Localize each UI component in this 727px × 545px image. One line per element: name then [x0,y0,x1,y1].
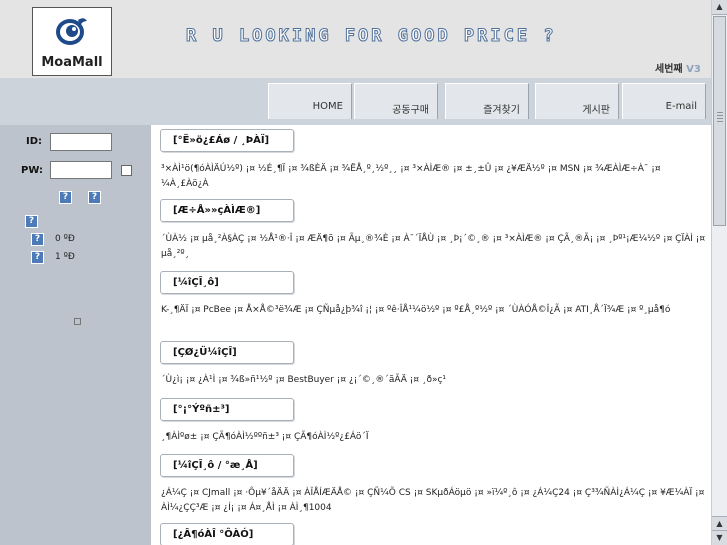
vertical-scrollbar[interactable]: ▲ ▲ ▼ [711,0,727,545]
version-text: 세번째 [655,64,683,75]
nav-bar: HOME 공동구매 즐겨찾기 게시판 E-mail [0,78,711,125]
scroll-up-icon[interactable]: ▲ [712,0,727,15]
fish-logo-icon [56,18,87,45]
grip-icon [717,112,723,124]
slogan-banner: R U LOOKING FOR GOOD PRICE ? [186,26,557,47]
header: MoaMall R U LOOKING FOR GOOD PRICE ? 세번째… [0,0,711,78]
main-content: [°Ë»ö¿£Áø / ¸ÞÀÏ] ³×ÀÌ¹ö(¶óÀÌÄÚ½º) ¡¤ ½É… [151,125,711,545]
tab-group-buy[interactable]: 공동구매 [354,83,438,119]
section-body-mall-auction[interactable]: ¿Á¼Ç ¡¤ CJmall ¡¤ ·Ôµ¥´åÄÄ ¡¤ ÀÎÅÍÆÄÅ© ¡… [161,486,706,516]
section-title-online-game[interactable]: [¿Â¶óÀÎ °ÔÀÓ] [160,523,294,545]
scroll-thumb[interactable] [713,16,726,226]
tab-board[interactable]: 게시판 [535,83,619,119]
tab-email[interactable]: E-mail [622,83,706,119]
section-body-overseas[interactable]: ´Ù¿ì¡ ¡¤ ¿À¹Ì ¡¤ ¾ß»ñ¹½º ¡¤ BestBuyer ¡¤… [161,373,706,388]
site-logo[interactable]: MoaMall [32,7,112,76]
pw-label: PW: [21,165,44,176]
version-suffix: V3 [686,64,701,75]
help-icon[interactable]: ? [25,215,38,228]
counter-0: 0 ºÐ [55,234,75,244]
tab-favorites[interactable]: 즐겨찾기 [445,83,529,119]
section-title-overseas[interactable]: [ÇØ¿Ü¼îÇÎ] [160,341,294,364]
help-icon[interactable]: ? [59,191,72,204]
section-body-portal[interactable]: ´ÙÀ½ ¡¤ µå¸²À§ÀÇ ¡¤ ½Å¹®·Î ¡¤ ÆÄ¶õ ¡¤ Ãµ… [161,232,706,262]
login-panel: ID: PW: ? ? ? ? 0 ºÐ ? 1 ºÐ [0,125,151,545]
section-title-shopping[interactable]: [¼îÇÎ¸ô] [160,271,294,294]
section-title-search[interactable]: [°Ë»ö¿£Áø / ¸ÞÀÏ] [160,129,294,152]
scroll-down-icon[interactable]: ▼ [712,530,727,545]
section-title-price-compare[interactable]: [°¡°Ýºñ±³] [160,398,294,421]
page: MoaMall R U LOOKING FOR GOOD PRICE ? 세번째… [0,0,727,545]
id-label: ID: [26,136,43,147]
id-input[interactable] [50,133,112,151]
save-login-checkbox[interactable] [121,165,132,176]
version-label: 세번째 V3 [655,60,701,75]
logo-text: MoaMall [41,55,103,70]
password-input[interactable] [50,161,112,179]
section-title-portal[interactable]: [Æ÷Å»»çÀÌÆ®] [160,199,294,222]
help-icon[interactable]: ? [88,191,101,204]
small-square-icon [74,318,81,325]
tab-home[interactable]: HOME [268,83,352,119]
section-body-search[interactable]: ³×ÀÌ¹ö(¶óÀÌÄÚ½º) ¡¤ ½É¸¶Ï ¡¤ ¾ßÈÄ ¡¤ ¾ËÅ… [161,162,706,192]
section-title-mall-auction[interactable]: [¼îÇÎ¸ô / °æ¸Å] [160,454,294,477]
scroll-up-icon[interactable]: ▲ [712,516,727,531]
section-body-shopping[interactable]: K-¸¶ÄÏ ¡¤ PcBee ¡¤ Å×Å©³ë¾Æ ¡¤ ÇÑµå¿þ¾î … [161,303,706,318]
help-icon[interactable]: ? [31,233,44,246]
help-icon[interactable]: ? [31,251,44,264]
counter-1: 1 ºÐ [55,252,75,262]
section-body-price-compare[interactable]: ¸¶ÀÌºø± ¡¤ ÇÃ¶óÀÌ½ººñ±³ ¡¤ ÇÃ¶óÀÌ½º¿£Áö´… [161,430,706,445]
